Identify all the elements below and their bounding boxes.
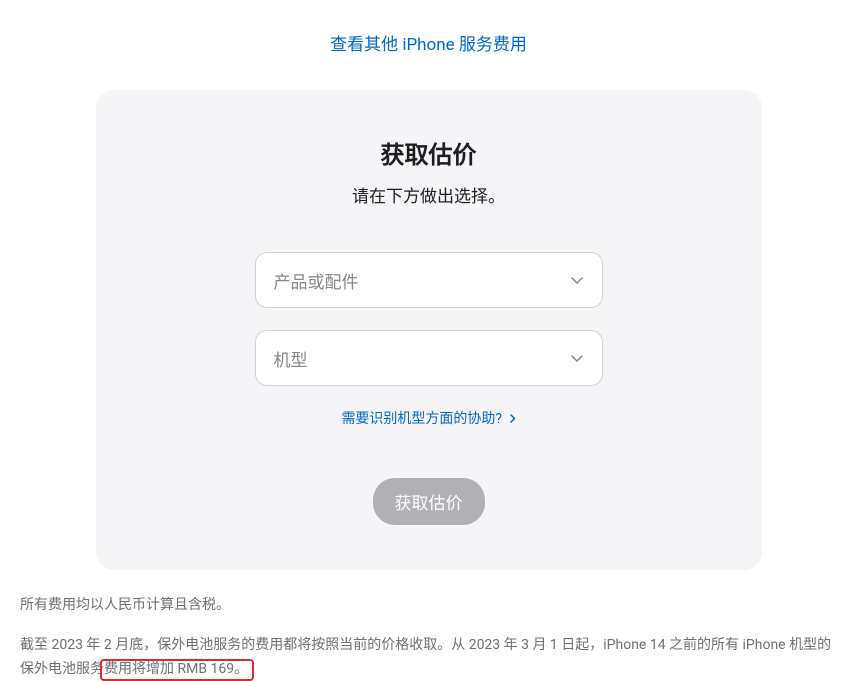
product-dropdown[interactable]: 产品或配件 [255,252,603,308]
footer-note-2: 截至 2023 年 2 月底，保外电池服务的费用都将按照当前的价格收取。从 20… [20,634,837,681]
get-estimate-button[interactable]: 获取估价 [373,478,485,525]
card-title: 获取估价 [146,135,712,170]
chevron-down-icon [570,351,584,365]
model-dropdown[interactable]: 机型 [255,330,603,386]
estimate-card: 获取估价 请在下方做出选择。 产品或配件 机型 需要识别机型方面的协助? [96,90,762,570]
view-other-services-link[interactable]: 查看其他 iPhone 服务费用 [330,35,527,55]
footer-note-1: 所有费用均以人民币计算且含税。 [20,594,837,618]
product-dropdown-wrapper: 产品或配件 [255,252,603,308]
model-dropdown-wrapper: 机型 [255,330,603,386]
identify-model-help-link[interactable]: 需要识别机型方面的协助? [341,411,515,427]
top-link-container: 查看其他 iPhone 服务费用 [10,30,847,55]
help-link-container: 需要识别机型方面的协助? [146,408,712,428]
product-dropdown-placeholder: 产品或配件 [274,268,359,293]
model-dropdown-placeholder: 机型 [274,346,308,371]
card-subtitle: 请在下方做出选择。 [146,182,712,207]
chevron-right-icon [510,411,516,427]
chevron-down-icon [570,273,584,287]
footer: 所有费用均以人民币计算且含税。 截至 2023 年 2 月底，保外电池服务的费用… [20,570,837,681]
help-link-text: 需要识别机型方面的协助? [341,411,502,427]
